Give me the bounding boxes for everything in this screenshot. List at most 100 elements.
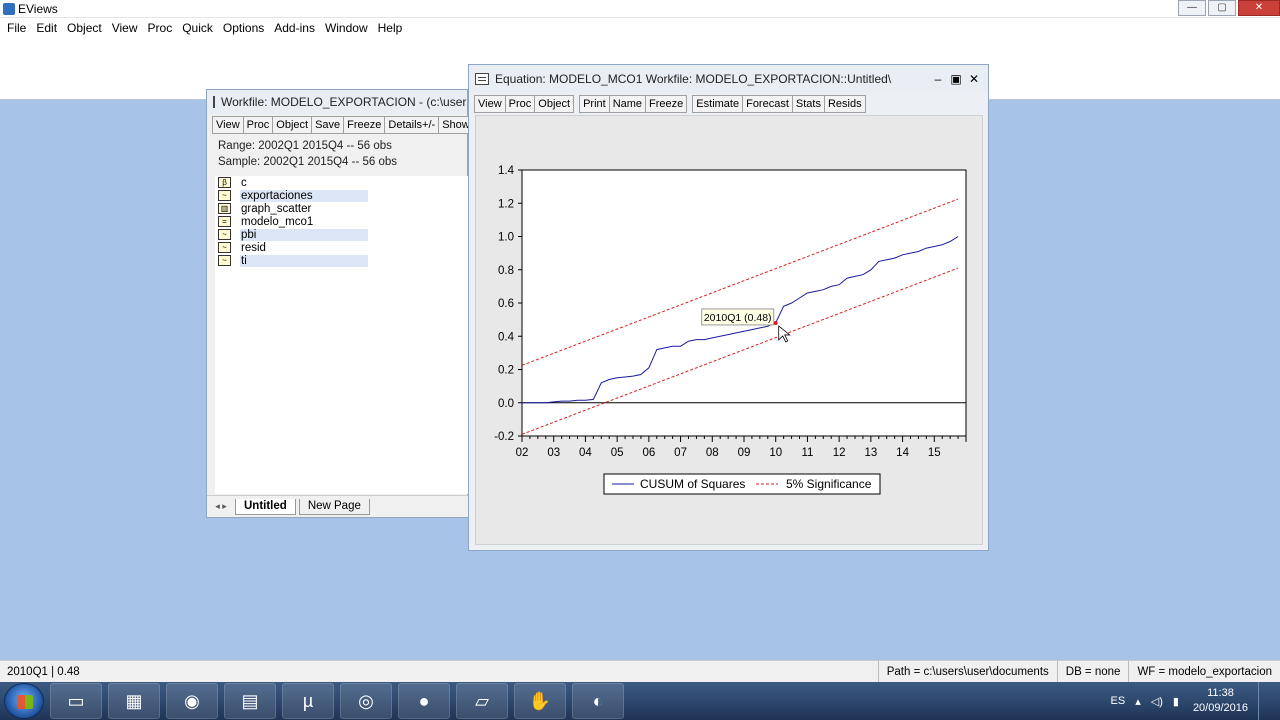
status-path: Path = c:\users\user\documents xyxy=(877,660,1057,683)
cusum-chart: 1.4 1.2 1.0 0.8 0.6 0.4 0.2 0.0 -0.202 03 04 05 06 07… xyxy=(494,165,967,495)
eviews-icon[interactable]: ✋ xyxy=(514,683,566,719)
object-name: ti xyxy=(240,254,368,267)
status-cursor-value: 2010Q1 | 0.48 xyxy=(7,665,80,678)
x-tick-label: 04 xyxy=(579,447,592,459)
menu-view[interactable]: View xyxy=(107,21,143,35)
word-icon[interactable]: ▤ xyxy=(224,683,276,719)
start-button[interactable] xyxy=(4,683,44,719)
minimize-button[interactable]: — xyxy=(1178,0,1206,16)
menu-object[interactable]: Object xyxy=(62,21,107,35)
language-indicator[interactable]: ES xyxy=(1111,695,1126,707)
equation-toolbar: View Proc Object Print Name Freeze Estim… xyxy=(469,93,988,115)
wf-view-button[interactable]: View xyxy=(212,116,244,134)
workfile-range: Range: 2002Q1 2015Q4 -- 56 obs xyxy=(218,140,392,152)
eq-print-button[interactable]: Print xyxy=(579,95,610,113)
equation-title: Equation: MODELO_MCO1 Workfile: MODELO_E… xyxy=(495,72,892,86)
eviews-app-icon xyxy=(3,3,15,15)
x-tick-label: 02 xyxy=(516,447,529,459)
eq-forecast-button[interactable]: Forecast xyxy=(742,95,793,113)
object-name: pbi xyxy=(240,228,368,241)
notes-icon[interactable]: ▱ xyxy=(456,683,508,719)
show-desktop-button[interactable] xyxy=(1258,682,1270,720)
list-item[interactable]: ~ exportaciones xyxy=(215,189,469,202)
close-icon[interactable]: ✕ xyxy=(968,72,980,86)
menu-quick[interactable]: Quick xyxy=(177,21,218,35)
wf-freeze-button[interactable]: Freeze xyxy=(343,116,386,134)
maximize-button[interactable]: ▢ xyxy=(1208,0,1236,16)
y-tick-label: 0.0 xyxy=(498,398,514,410)
window-controls: — ▢ ✕ xyxy=(1176,0,1280,18)
menu-addins[interactable]: Add-ins xyxy=(269,21,320,35)
taskbar: ▭ ▦ ◉ ▤ µ ◎ ● ▱ ✋ ◐ ES ▴ ◁) ▮ 11:38 20/0… xyxy=(0,682,1280,720)
eq-stats-button[interactable]: Stats xyxy=(791,95,825,113)
clock-time: 11:38 xyxy=(1207,687,1234,699)
menu-edit[interactable]: Edit xyxy=(31,21,62,35)
menu-help[interactable]: Help xyxy=(373,21,408,35)
eq-freeze-button[interactable]: Freeze xyxy=(645,95,688,113)
wf-save-button[interactable]: Save xyxy=(311,116,345,134)
object-name: c xyxy=(241,176,247,189)
equation-titlebar[interactable]: Equation: MODELO_MCO1 Workfile: MODELO_E… xyxy=(469,65,988,93)
plot-area xyxy=(521,169,967,437)
tooltip-text: 2010Q1 (0.48) xyxy=(704,312,772,324)
wf-proc-button[interactable]: Proc xyxy=(242,116,274,134)
eq-view-button[interactable]: View xyxy=(474,95,506,113)
media-icon[interactable]: ◎ xyxy=(340,683,392,719)
app-icon[interactable]: ◐ xyxy=(572,683,624,719)
tab-scroll-arrows[interactable]: ◂ ▸ xyxy=(207,501,235,512)
eq-estimate-button[interactable]: Estimate xyxy=(692,95,744,113)
excel-icon[interactable]: ▦ xyxy=(108,683,160,719)
app-title: EViews xyxy=(18,2,58,16)
tray-expand-icon[interactable]: ▴ xyxy=(1135,695,1141,708)
list-item[interactable]: = modelo_mco1 xyxy=(215,215,469,228)
list-item[interactable]: βc xyxy=(215,176,469,189)
workfile-icon xyxy=(213,96,215,108)
x-tick-label: 15 xyxy=(928,447,941,459)
eq-proc-button[interactable]: Proc xyxy=(504,95,536,113)
x-tick-label: 12 xyxy=(833,447,846,459)
x-tick-label: 09 xyxy=(738,447,751,459)
series-icon: ~ xyxy=(218,190,231,201)
minimize-icon[interactable]: – xyxy=(932,72,944,86)
x-tick-label: 05 xyxy=(611,447,624,459)
network-icon[interactable]: ▮ xyxy=(1173,695,1179,708)
y-tick-label: 0.6 xyxy=(498,298,514,310)
volume-icon[interactable]: ◁) xyxy=(1151,695,1163,708)
eq-resids-button[interactable]: Resids xyxy=(823,95,866,113)
list-item[interactable]: ~ ti xyxy=(215,254,469,267)
object-name: modelo_mco1 xyxy=(241,215,314,228)
graph-icon: ▥ xyxy=(218,203,231,214)
menu-window[interactable]: Window xyxy=(320,21,373,35)
explorer-icon[interactable]: ▭ xyxy=(50,683,102,719)
x-tick-label: 13 xyxy=(864,447,877,459)
workfile-sample: Sample: 2002Q1 2015Q4 -- 56 obs xyxy=(218,156,398,168)
menu-options[interactable]: Options xyxy=(218,21,269,35)
menu-proc[interactable]: Proc xyxy=(143,21,178,35)
tab-untitled[interactable]: Untitled xyxy=(235,498,296,515)
list-item[interactable]: ▥ graph_scatter xyxy=(215,202,469,215)
maximize-icon[interactable]: ▣ xyxy=(950,72,962,86)
y-tick-label: 1.0 xyxy=(498,232,514,244)
menu-file[interactable]: File xyxy=(2,21,31,35)
clock[interactable]: 11:38 20/09/2016 xyxy=(1193,686,1248,716)
close-button[interactable]: ✕ xyxy=(1238,0,1280,16)
eq-object-button[interactable]: Object xyxy=(534,95,575,113)
list-item[interactable]: ~ pbi xyxy=(215,228,469,241)
skype-icon[interactable]: ● xyxy=(398,683,450,719)
equation-window: Equation: MODELO_MCO1 Workfile: MODELO_E… xyxy=(468,64,989,551)
eq-name-button[interactable]: Name xyxy=(608,95,647,113)
y-tick-label: 1.4 xyxy=(498,165,515,177)
utorrent-icon[interactable]: µ xyxy=(282,683,334,719)
workfile-window: Workfile: MODELO_EXPORTACION - (c:\users… xyxy=(206,89,474,518)
wf-details-button[interactable]: Details+/- xyxy=(384,116,440,134)
y-tick-label: 1.2 xyxy=(498,198,514,210)
object-name: exportaciones xyxy=(240,189,368,202)
x-tick-label: 06 xyxy=(642,447,655,459)
workfile-titlebar[interactable]: Workfile: MODELO_EXPORTACION - (c:\users… xyxy=(207,90,467,114)
list-item[interactable]: ~ resid xyxy=(215,241,469,254)
tab-new-page[interactable]: New Page xyxy=(298,498,370,515)
equation-window-controls: – ▣ ✕ xyxy=(932,72,980,86)
chrome-icon[interactable]: ◉ xyxy=(166,683,218,719)
wf-object-button[interactable]: Object xyxy=(272,116,313,134)
legend-cusum-label: CUSUM of Squares xyxy=(640,477,745,491)
